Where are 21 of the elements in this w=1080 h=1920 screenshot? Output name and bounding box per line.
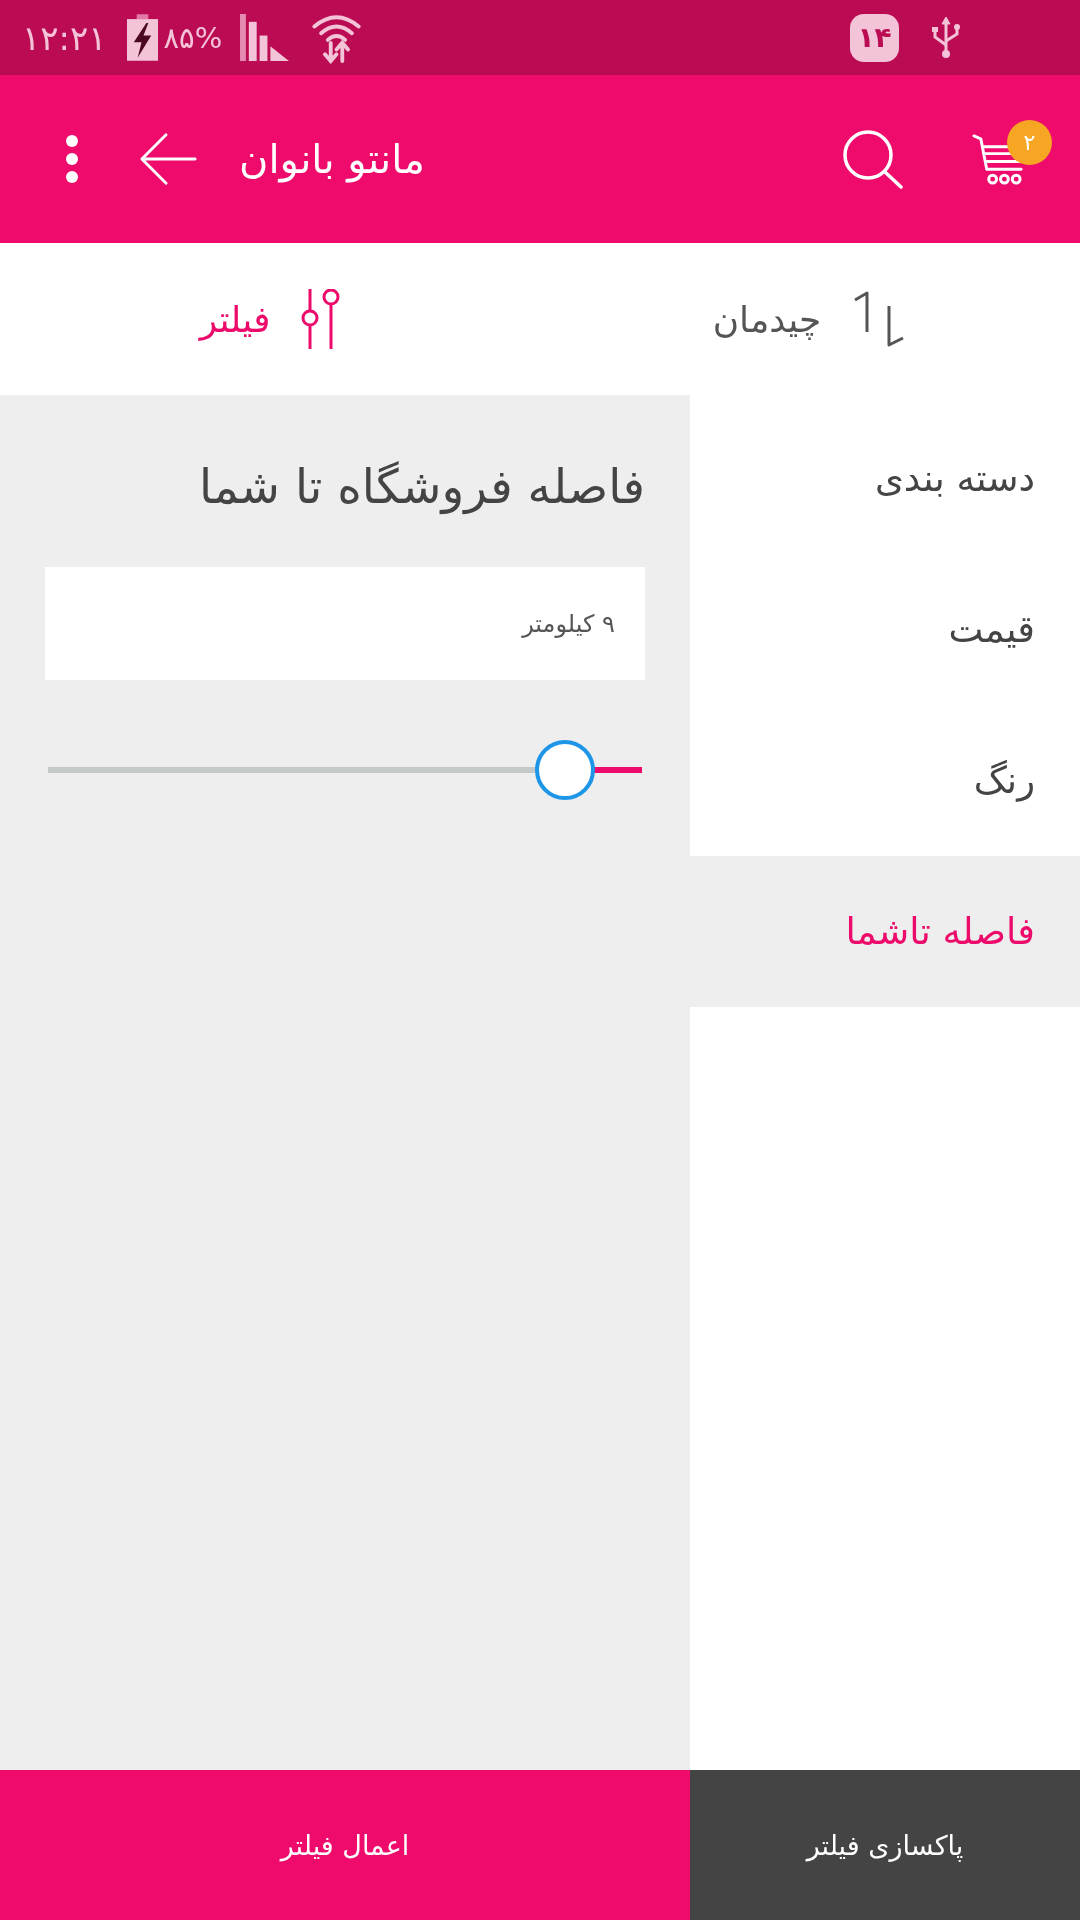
usb-icon [931, 16, 961, 59]
clear-filter-button[interactable]: پاکسازی فیلتر [690, 1770, 1080, 1920]
battery-charging-icon [126, 14, 158, 61]
more-icon[interactable] [65, 135, 79, 183]
filter-category-item[interactable]: فاصله تاشما [690, 856, 1080, 1007]
apply-filter-button[interactable]: اعمال فیلتر [0, 1770, 690, 1920]
page-title: مانتو بانوان [239, 136, 425, 182]
battery-percent: ۸۵% [163, 20, 223, 55]
distance-field[interactable]: ۹ کیلومتر [45, 567, 645, 680]
search-icon[interactable] [842, 129, 904, 189]
notification-count-badge: ۱۴ [850, 13, 899, 62]
filter-category-item[interactable]: قیمت [690, 554, 1080, 705]
distance-slider[interactable] [48, 740, 642, 800]
filter-category-item[interactable]: رنگ [690, 705, 1080, 856]
back-arrow-icon[interactable] [139, 131, 197, 187]
status-time: ۱۲:۲۱ [22, 17, 107, 58]
filter-category-item[interactable]: دسته بندی [690, 403, 1080, 554]
panel-heading: فاصله فروشگاه تا شما [198, 458, 645, 517]
signal-icon [240, 14, 290, 61]
filter-icon [300, 289, 341, 349]
cart-count-badge: ۲ [1007, 119, 1052, 165]
